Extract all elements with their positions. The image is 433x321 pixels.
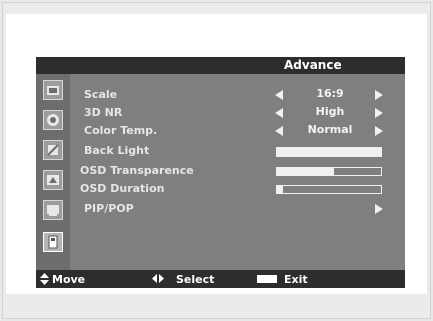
menu-item-osd-duration[interactable]: OSD Duration bbox=[80, 182, 164, 197]
menu-item-label: OSD Transparence bbox=[80, 164, 194, 177]
menu-item-scale[interactable]: Scale bbox=[84, 88, 117, 103]
right-arrow-icon[interactable] bbox=[375, 126, 383, 136]
osd-transparence-bar[interactable] bbox=[276, 167, 382, 176]
menu-item-color-temp[interactable]: Color Temp. bbox=[84, 124, 157, 139]
osd-duration-bar[interactable] bbox=[276, 185, 382, 194]
color-temp-value: Normal bbox=[307, 123, 353, 136]
left-arrow-icon[interactable] bbox=[275, 108, 283, 118]
menu-item-3d-nr[interactable]: 3D NR bbox=[84, 106, 122, 121]
sound-icon[interactable] bbox=[43, 110, 63, 130]
menu-item-label: Scale bbox=[84, 88, 118, 101]
left-right-arrows-icon bbox=[152, 274, 164, 283]
osd-menu: Advance Scale 16:9 3D NR High Color Temp… bbox=[36, 57, 405, 288]
menu-key-icon bbox=[257, 275, 277, 283]
tv-screen: Advance Scale 16:9 3D NR High Color Temp… bbox=[6, 14, 427, 294]
menu-item-label: 3D NR bbox=[84, 106, 123, 119]
osd-footer: Move Select Exit bbox=[36, 270, 405, 288]
exit-hint: Exit bbox=[284, 273, 308, 286]
input-icon[interactable] bbox=[43, 170, 63, 190]
select-hint: Select bbox=[176, 273, 215, 286]
up-down-arrows-icon bbox=[40, 273, 49, 285]
menu-item-label: Color Temp. bbox=[84, 124, 158, 137]
osd-transparence-fill bbox=[277, 168, 335, 175]
menu-sidebar bbox=[36, 74, 70, 270]
back-light-fill bbox=[277, 148, 381, 156]
left-arrow-icon[interactable] bbox=[275, 90, 283, 100]
advance-icon[interactable] bbox=[43, 232, 63, 252]
right-arrow-icon[interactable] bbox=[375, 108, 383, 118]
menu-item-label: PIP/POP bbox=[84, 202, 134, 215]
left-arrow-icon[interactable] bbox=[275, 126, 283, 136]
menu-item-label: Back Light bbox=[84, 144, 150, 157]
osd-duration-fill bbox=[277, 186, 284, 193]
back-light-bar[interactable] bbox=[276, 147, 382, 157]
scale-value: 16:9 bbox=[316, 87, 344, 100]
setup-icon[interactable] bbox=[43, 140, 63, 160]
display-icon[interactable] bbox=[43, 200, 63, 220]
osd-header: Advance bbox=[36, 57, 405, 74]
menu-item-pip-pop[interactable]: PIP/POP bbox=[84, 202, 134, 217]
menu-item-osd-transparence[interactable]: OSD Transparence bbox=[80, 164, 194, 179]
menu-item-back-light[interactable]: Back Light bbox=[84, 144, 149, 159]
picture-icon[interactable] bbox=[43, 80, 63, 100]
right-arrow-icon[interactable] bbox=[375, 204, 383, 214]
menu-item-label: OSD Duration bbox=[80, 182, 165, 195]
right-arrow-icon[interactable] bbox=[375, 90, 383, 100]
menu-title: Advance bbox=[284, 58, 342, 72]
move-hint: Move bbox=[52, 273, 86, 286]
3d-nr-value: High bbox=[315, 105, 345, 118]
